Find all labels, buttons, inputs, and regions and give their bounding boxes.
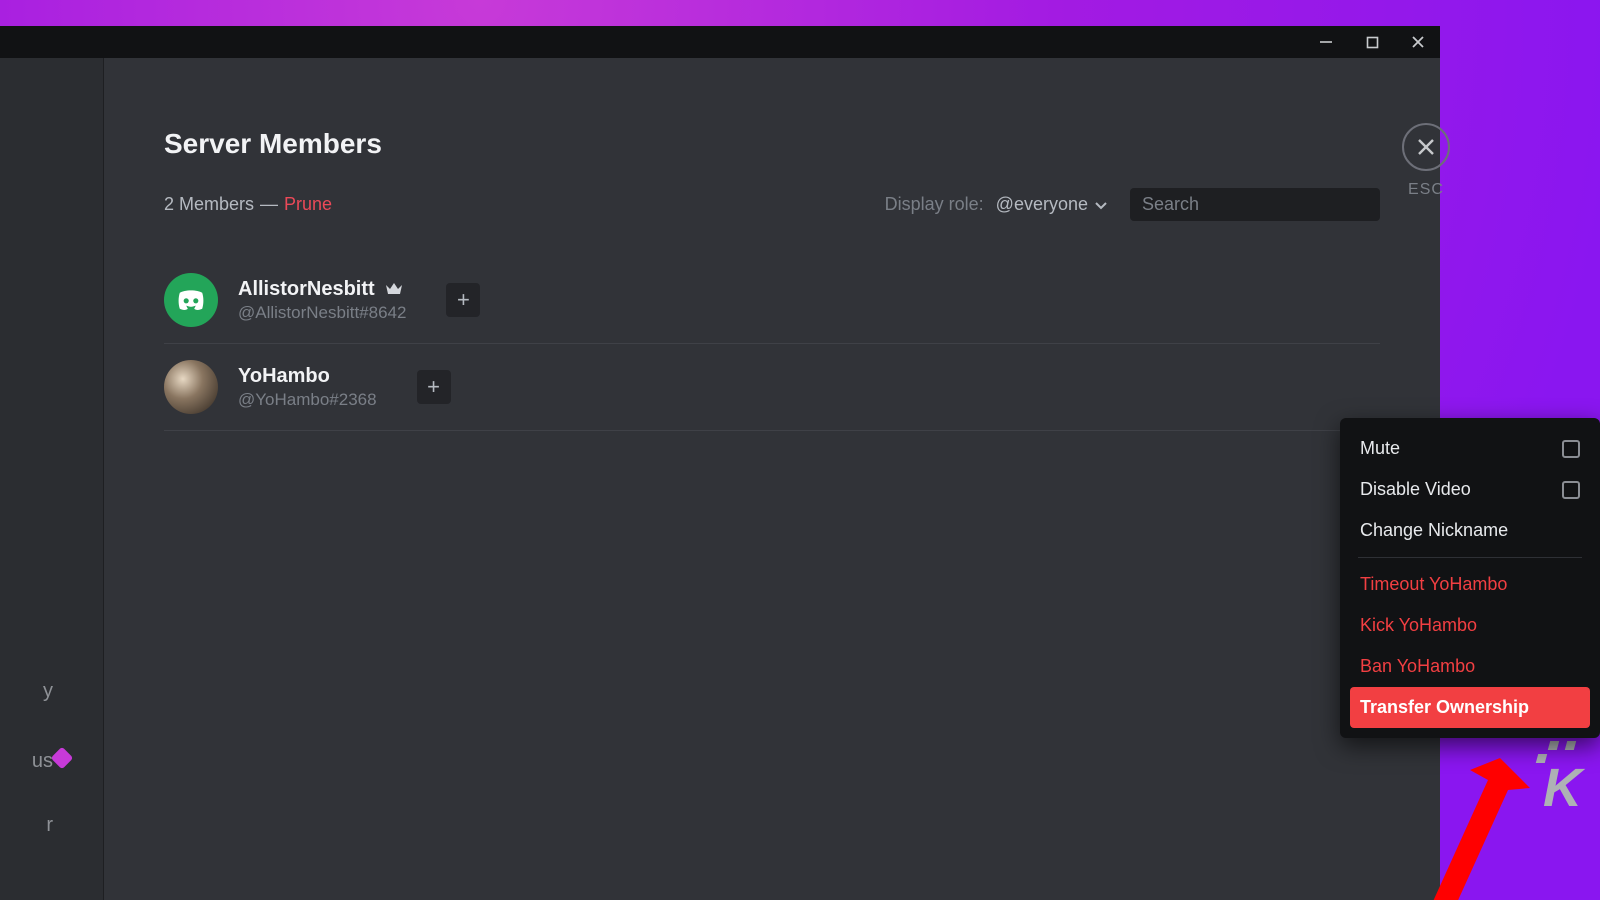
- window-titlebar: [0, 26, 1440, 58]
- ctx-kick[interactable]: Kick YoHambo: [1350, 605, 1590, 646]
- ctx-timeout-label: Timeout YoHambo: [1360, 574, 1507, 595]
- plus-icon: +: [427, 374, 440, 400]
- ctx-timeout[interactable]: Timeout YoHambo: [1350, 564, 1590, 605]
- display-role-select[interactable]: @everyone: [996, 194, 1108, 215]
- ctx-mute[interactable]: Mute: [1350, 428, 1590, 469]
- add-role-button[interactable]: +: [417, 370, 451, 404]
- ctx-change-nickname-label: Change Nickname: [1360, 520, 1508, 541]
- minimize-icon: [1319, 35, 1333, 49]
- ctx-change-nickname[interactable]: Change Nickname: [1350, 510, 1590, 551]
- settings-sidebar[interactable]: y us r: [0, 58, 104, 900]
- plus-icon: +: [457, 287, 470, 313]
- watermark: K: [1543, 741, 1582, 810]
- checkbox-icon[interactable]: [1562, 481, 1580, 499]
- chevron-down-icon: [1094, 198, 1108, 212]
- member-username: YoHambo: [238, 365, 330, 388]
- ctx-transfer-ownership[interactable]: Transfer Ownership: [1350, 687, 1590, 728]
- prune-link[interactable]: Prune: [284, 194, 332, 215]
- members-controls-row: 2 Members — Prune Display role: @everyon…: [164, 188, 1380, 221]
- esc-label: ESC: [1408, 181, 1444, 199]
- maximize-icon: [1366, 36, 1379, 49]
- ctx-separator: [1358, 557, 1582, 558]
- page-title: Server Members: [164, 128, 1380, 160]
- boost-badge-icon: [51, 747, 74, 770]
- outer-frame: y us r ESC Server Members 2 Members — Pr: [0, 0, 1600, 900]
- window-minimize-button[interactable]: [1312, 28, 1340, 56]
- member-name-column: YoHambo @YoHambo#2368: [238, 365, 377, 410]
- close-icon: [1416, 137, 1436, 157]
- close-settings: ESC: [1402, 123, 1450, 199]
- window-maximize-button[interactable]: [1358, 28, 1386, 56]
- role-selected-value: @everyone: [996, 194, 1088, 215]
- ctx-ban[interactable]: Ban YoHambo: [1350, 646, 1590, 687]
- close-settings-button[interactable]: [1402, 123, 1450, 171]
- close-icon: [1411, 35, 1425, 49]
- ctx-disable-video[interactable]: Disable Video: [1350, 469, 1590, 510]
- member-search[interactable]: [1130, 188, 1380, 221]
- ctx-ban-label: Ban YoHambo: [1360, 656, 1475, 677]
- annotation-arrow-icon: [1390, 748, 1550, 900]
- watermark-letter: K: [1543, 767, 1582, 810]
- ctx-kick-label: Kick YoHambo: [1360, 615, 1477, 636]
- window-close-button[interactable]: [1404, 28, 1432, 56]
- ctx-mute-label: Mute: [1360, 438, 1400, 459]
- dash-separator: —: [260, 194, 278, 215]
- member-row[interactable]: AllistorNesbitt @AllistorNesbitt#8642 +: [164, 257, 1380, 344]
- watermark-dot-icon: [1548, 741, 1559, 750]
- member-tag: @AllistorNesbitt#8642: [238, 303, 406, 323]
- sidebar-item-fragment[interactable]: us: [0, 746, 53, 777]
- sidebar-item-fragment[interactable]: r: [0, 810, 53, 841]
- member-context-menu: Mute Disable Video Change Nickname Timeo…: [1340, 418, 1600, 738]
- member-tag: @YoHambo#2368: [238, 390, 377, 410]
- app-window: y us r ESC Server Members 2 Members — Pr: [0, 26, 1440, 900]
- watermark-dot-icon: [1565, 741, 1576, 750]
- member-name-column: AllistorNesbitt @AllistorNesbitt#8642: [238, 278, 406, 323]
- owner-crown-icon: [385, 282, 403, 296]
- search-input[interactable]: [1142, 194, 1374, 215]
- member-username: AllistorNesbitt: [238, 278, 375, 301]
- sidebar-item-fragment[interactable]: y: [0, 676, 53, 707]
- discord-logo-icon: [175, 288, 207, 312]
- avatar: [164, 273, 218, 327]
- avatar: [164, 360, 218, 414]
- member-row[interactable]: YoHambo @YoHambo#2368 +: [164, 344, 1380, 431]
- member-count: 2 Members: [164, 194, 254, 215]
- display-role-label: Display role:: [885, 194, 984, 215]
- server-members-panel: ESC Server Members 2 Members — Prune Dis…: [104, 58, 1440, 900]
- add-role-button[interactable]: +: [446, 283, 480, 317]
- ctx-disable-video-label: Disable Video: [1360, 479, 1471, 500]
- checkbox-icon[interactable]: [1562, 440, 1580, 458]
- ctx-transfer-ownership-label: Transfer Ownership: [1360, 697, 1529, 718]
